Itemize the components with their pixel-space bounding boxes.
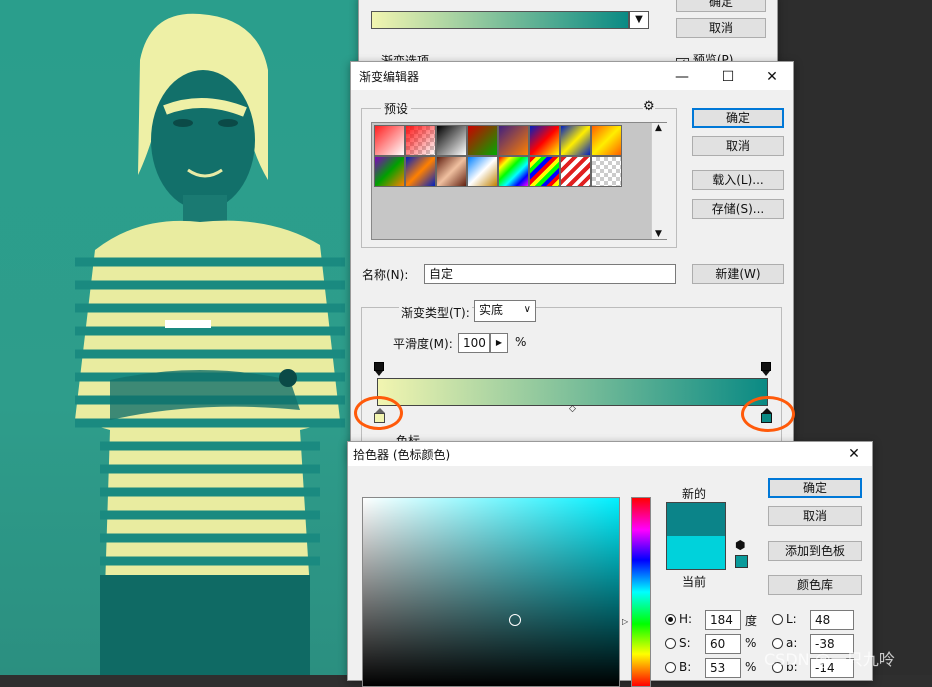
hue-radio[interactable]	[665, 614, 676, 625]
arrow-right-icon: ▶	[495, 338, 503, 347]
save-button[interactable]: 存储(S)...	[692, 199, 784, 219]
current-color-swatch[interactable]	[666, 536, 726, 570]
preset-swatch[interactable]	[498, 125, 529, 156]
new-color-label: 新的	[682, 487, 707, 501]
close-icon[interactable]: ✕	[749, 66, 795, 88]
color-field-cursor[interactable]	[509, 614, 521, 626]
picker-cancel-button[interactable]: 取消	[768, 506, 862, 526]
current-color-label: 当前	[682, 575, 707, 589]
chevron-down-icon: ▼	[635, 14, 643, 25]
gradient-map-preview[interactable]	[371, 11, 629, 29]
preset-swatch[interactable]	[529, 125, 560, 156]
load-button[interactable]: 载入(L)...	[692, 170, 784, 190]
midpoint-diamond-icon[interactable]: ◇	[569, 404, 576, 414]
presets-list: ▲ ▼	[371, 122, 667, 240]
gradient-bar[interactable]	[377, 378, 768, 406]
lightness-input[interactable]: 48	[810, 610, 854, 630]
opacity-stop-right[interactable]	[761, 362, 771, 376]
opacity-stop-left[interactable]	[374, 362, 384, 376]
smoothness-input[interactable]: 100	[458, 333, 490, 353]
smoothness-stepper[interactable]: ▶	[490, 333, 508, 353]
saturation-unit: %	[745, 636, 757, 650]
scroll-down-icon[interactable]: ▼	[655, 229, 662, 239]
new-color-swatch	[666, 502, 726, 536]
editor-cancel-button[interactable]: 取消	[692, 136, 784, 156]
lightness-label: L:	[786, 612, 797, 626]
brightness-unit: %	[745, 660, 757, 674]
editor-ok-button[interactable]: 确定	[692, 108, 784, 128]
preset-swatch[interactable]	[405, 156, 436, 187]
saturation-input[interactable]: 60	[705, 634, 741, 654]
preset-swatch[interactable]	[374, 156, 405, 187]
saturation-label: S:	[679, 636, 691, 650]
color-picker-window: 拾色器 (色标颜色) ✕ ▷ 新的 当前 ⬢ 确定 取消 添加到色板 颜色库 H…	[347, 441, 873, 687]
gradient-type-label: 渐变类型(T):	[399, 304, 472, 321]
preset-swatch[interactable]	[560, 125, 591, 156]
presets-label: 预设	[381, 100, 412, 117]
hue-unit: 度	[745, 614, 758, 628]
chevron-down-icon: ∨	[523, 304, 531, 315]
cube-icon[interactable]: ⬢	[735, 538, 745, 552]
preset-swatch[interactable]	[591, 156, 622, 187]
brightness-label: B:	[679, 660, 692, 674]
window-title: 拾色器 (色标颜色)	[353, 448, 451, 462]
preset-swatch[interactable]	[436, 156, 467, 187]
hue-label: H:	[679, 612, 693, 626]
preset-swatch[interactable]	[436, 125, 467, 156]
gear-icon[interactable]: ⚙	[643, 99, 655, 114]
lightness-radio[interactable]	[772, 614, 783, 625]
preset-swatch[interactable]	[467, 156, 498, 187]
preset-swatch[interactable]	[560, 156, 591, 187]
annotation-circle-right	[741, 396, 795, 432]
add-to-swatches-button[interactable]: 添加到色板	[768, 541, 862, 561]
preset-swatch[interactable]	[591, 125, 622, 156]
presets-scrollbar[interactable]: ▲ ▼	[651, 123, 667, 239]
annotation-circle-left	[354, 396, 403, 430]
smoothness-unit: %	[515, 335, 527, 349]
color-libraries-button[interactable]: 颜色库	[768, 575, 862, 595]
hue-slider[interactable]	[631, 497, 651, 687]
web-color-swatch[interactable]	[735, 555, 748, 568]
picker-ok-button[interactable]: 确定	[768, 478, 862, 498]
gradient-editor-window: 渐变编辑器 — ☐ ✕ 预设 ⚙ ▲ ▼ 确定 取消 载入(L)... 存储(S…	[350, 61, 794, 467]
gradient-dropdown-button[interactable]: ▼	[629, 11, 649, 29]
color-field[interactable]	[362, 497, 620, 687]
gradient-type-select[interactable]: 实底 ∨	[474, 300, 536, 322]
window-title: 渐变编辑器	[359, 70, 420, 84]
watermark: CSDN @一只九呤	[764, 650, 895, 669]
hue-slider-handle-icon[interactable]: ▷	[622, 617, 628, 626]
smoothness-label: 平滑度(M):	[393, 337, 453, 351]
gradient-editor-titlebar[interactable]: 渐变编辑器 — ☐ ✕	[351, 62, 793, 90]
new-gradient-button[interactable]: 新建(W)	[692, 264, 784, 284]
preset-swatch[interactable]	[405, 125, 436, 156]
color-picker-titlebar[interactable]: 拾色器 (色标颜色) ✕	[348, 442, 872, 466]
name-input[interactable]: 自定	[424, 264, 676, 284]
name-label: 名称(N):	[362, 268, 409, 282]
brightness-radio[interactable]	[665, 662, 676, 673]
back-ok-button[interactable]: 确定	[676, 0, 766, 12]
brightness-input[interactable]: 53	[705, 658, 741, 678]
minimize-icon[interactable]: —	[659, 66, 705, 88]
preset-swatch[interactable]	[498, 156, 529, 187]
preset-swatch[interactable]	[374, 125, 405, 156]
maximize-icon[interactable]: ☐	[705, 66, 751, 88]
preset-swatch[interactable]	[529, 156, 560, 187]
preset-swatch[interactable]	[467, 125, 498, 156]
saturation-radio[interactable]	[665, 638, 676, 649]
scroll-up-icon[interactable]: ▲	[655, 123, 662, 133]
hue-input[interactable]: 184	[705, 610, 741, 630]
back-cancel-button[interactable]: 取消	[676, 18, 766, 38]
close-icon[interactable]: ✕	[834, 443, 874, 465]
